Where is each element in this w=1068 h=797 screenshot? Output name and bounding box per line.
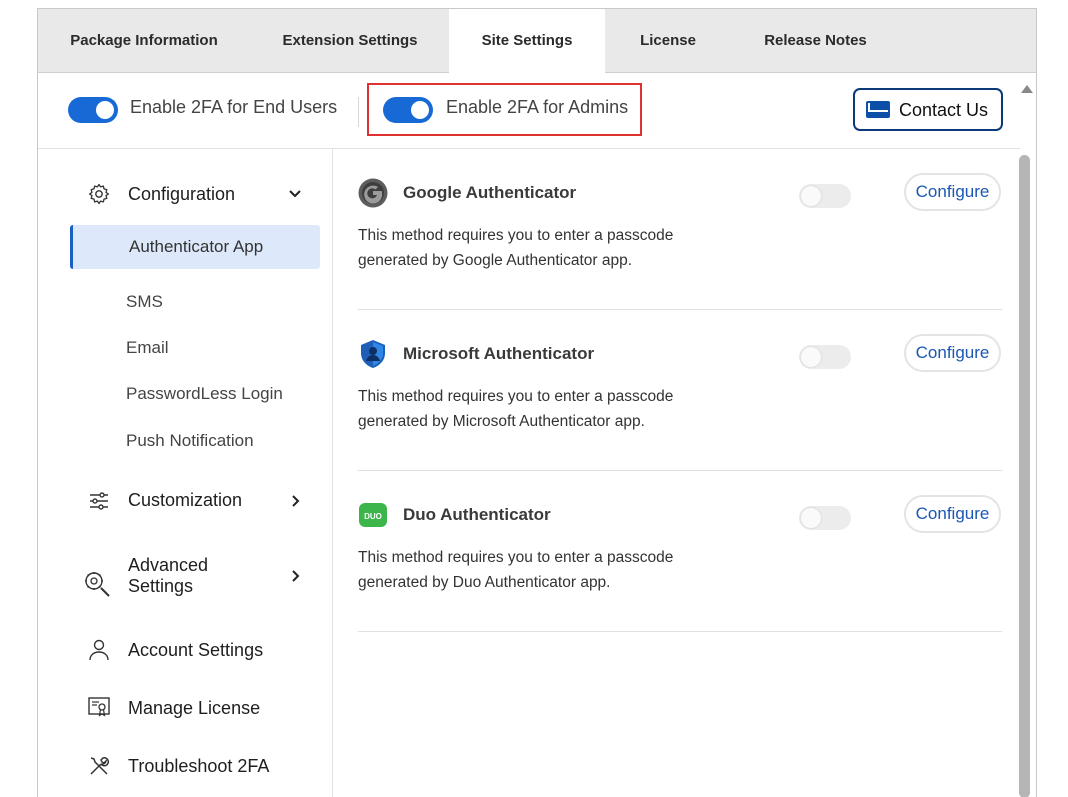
method-desc-line2: generated by Duo Authenticator app. bbox=[358, 574, 611, 591]
global-toggle-row: Enable 2FA for End Users Enable 2FA for … bbox=[38, 73, 1020, 149]
configure-button-duo[interactable]: Configure bbox=[904, 495, 1001, 533]
method-desc-line2: generated by Microsoft Authenticator app… bbox=[358, 413, 645, 430]
nav-customization[interactable]: Customization bbox=[128, 490, 242, 511]
microsoft-authenticator-toggle[interactable] bbox=[799, 345, 851, 369]
method-description: This method requires you to enter a pass… bbox=[358, 545, 758, 595]
method-card-duo: DUO Duo Authenticator This method requir… bbox=[358, 471, 1002, 632]
nav-account-settings[interactable]: Account Settings bbox=[128, 640, 263, 661]
gear-icon bbox=[88, 183, 110, 205]
sidebar: Configuration Authenticator App SMS Emai… bbox=[38, 149, 333, 797]
mail-icon bbox=[866, 101, 890, 118]
method-desc-line1: This method requires you to enter a pass… bbox=[358, 227, 674, 244]
method-desc-line2: generated by Google Authenticator app. bbox=[358, 252, 633, 269]
search-gear-icon bbox=[85, 572, 110, 597]
method-description: This method requires you to enter a pass… bbox=[358, 223, 758, 273]
contact-us-label: Contact Us bbox=[899, 100, 989, 120]
sidebar-item-passwordless-login[interactable]: PasswordLess Login bbox=[126, 384, 283, 404]
sidebar-item-push-notification[interactable]: Push Notification bbox=[126, 431, 254, 451]
duo-authenticator-toggle[interactable] bbox=[799, 506, 851, 530]
method-title: Duo Authenticator bbox=[403, 505, 551, 524]
configure-button-google[interactable]: Configure bbox=[904, 173, 1001, 211]
admins-2fa-label: Enable 2FA for Admins bbox=[446, 97, 629, 117]
method-description: This method requires you to enter a pass… bbox=[358, 384, 758, 434]
end-users-2fa-toggle[interactable] bbox=[68, 97, 118, 123]
divider bbox=[358, 97, 359, 127]
admins-2fa-toggle[interactable] bbox=[383, 97, 433, 123]
duo-icon: DUO bbox=[359, 503, 387, 527]
chevron-right-icon[interactable] bbox=[290, 494, 302, 508]
method-title: Google Authenticator bbox=[403, 183, 577, 202]
method-card-microsoft: Microsoft Authenticator This method requ… bbox=[358, 310, 1002, 471]
end-users-2fa-label: Enable 2FA for End Users bbox=[130, 97, 338, 117]
chevron-right-icon[interactable] bbox=[290, 569, 302, 583]
user-icon bbox=[89, 639, 109, 661]
method-card-google: Google Authenticator This method require… bbox=[358, 149, 1002, 310]
tab-extension-settings[interactable]: Extension Settings bbox=[270, 9, 430, 73]
method-desc-line1: This method requires you to enter a pass… bbox=[358, 549, 674, 566]
google-authenticator-icon bbox=[358, 178, 388, 208]
duo-icon-text: DUO bbox=[364, 512, 382, 521]
tab-license[interactable]: License bbox=[628, 9, 708, 73]
plugin-settings-panel: Package Information Extension Settings S… bbox=[37, 8, 1037, 797]
tools-icon bbox=[90, 757, 110, 775]
certificate-icon bbox=[88, 697, 110, 717]
sidebar-item-label: Authenticator App bbox=[129, 237, 264, 256]
configure-button-microsoft[interactable]: Configure bbox=[904, 334, 1001, 372]
sidebar-item-sms[interactable]: SMS bbox=[126, 292, 163, 312]
tab-release-notes[interactable]: Release Notes bbox=[748, 9, 883, 73]
nav-troubleshoot-2fa[interactable]: Troubleshoot 2FA bbox=[128, 756, 269, 777]
microsoft-authenticator-icon bbox=[361, 340, 385, 368]
scrollbar-thumb[interactable] bbox=[1019, 155, 1030, 797]
google-authenticator-toggle[interactable] bbox=[799, 184, 851, 208]
tab-bar: Package Information Extension Settings S… bbox=[38, 9, 1036, 74]
chevron-down-icon[interactable] bbox=[288, 187, 302, 201]
sliders-icon bbox=[90, 492, 108, 510]
method-desc-line1: This method requires you to enter a pass… bbox=[358, 388, 674, 405]
nav-advanced-line1: Advanced bbox=[128, 555, 209, 575]
tab-package-information[interactable]: Package Information bbox=[58, 9, 230, 73]
method-title: Microsoft Authenticator bbox=[403, 344, 595, 363]
nav-advanced-settings[interactable]: Advanced Settings bbox=[128, 555, 208, 597]
sidebar-item-email[interactable]: Email bbox=[126, 338, 169, 358]
scroll-up-arrow[interactable] bbox=[1021, 85, 1033, 93]
contact-us-button[interactable]: Contact Us bbox=[853, 88, 1003, 131]
nav-manage-license[interactable]: Manage License bbox=[128, 698, 260, 719]
nav-advanced-line2: Settings bbox=[128, 576, 194, 596]
tab-site-settings[interactable]: Site Settings bbox=[449, 9, 605, 74]
sidebar-item-authenticator-app[interactable]: Authenticator App bbox=[70, 225, 320, 269]
nav-configuration[interactable]: Configuration bbox=[128, 184, 235, 205]
